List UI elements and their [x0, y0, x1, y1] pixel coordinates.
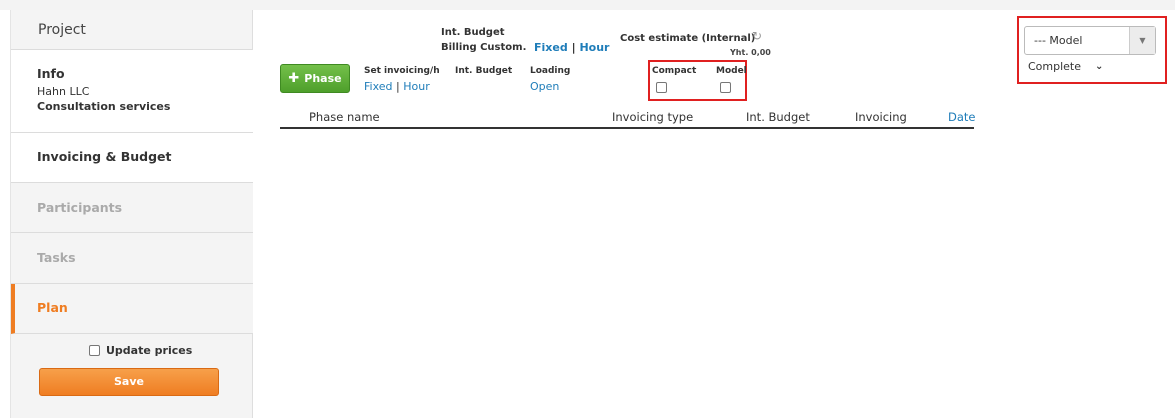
top-strip: [0, 0, 1175, 10]
compact-label: Compact: [652, 66, 697, 76]
chevron-down-icon: ⌄: [1095, 61, 1104, 72]
info-client: Hahn LLC: [37, 85, 90, 98]
loading-open-link[interactable]: Open: [530, 80, 559, 93]
sidebar-item-invoicing-budget[interactable]: Invoicing & Budget: [11, 133, 253, 183]
table-header-divider: [280, 127, 974, 129]
int-budget-label-2: Int. Budget: [455, 66, 513, 76]
cost-estimate-label: Cost estimate (Internal): [620, 33, 756, 44]
sidebar-item-plan[interactable]: Plan: [11, 284, 253, 334]
billing-custom-label: Billing Custom.: [441, 42, 527, 53]
model-select-value: --- Model: [1034, 34, 1083, 47]
complete-dropdown[interactable]: Complete ⌄: [1028, 60, 1103, 73]
sidebar-item-participants: Participants: [11, 183, 253, 233]
col-invoicing-type: Invoicing type: [612, 110, 694, 124]
add-phase-button[interactable]: ✚ Phase: [280, 64, 350, 93]
billing-links: Fixed | Hour: [534, 41, 609, 54]
model-checkbox[interactable]: [720, 82, 731, 93]
col-int-budget: Int. Budget: [746, 110, 810, 124]
col-date[interactable]: Date: [948, 110, 976, 124]
model-select[interactable]: --- Model ▼: [1024, 26, 1156, 55]
sidebar: Project Info Hahn LLC Consultation servi…: [10, 10, 253, 418]
model-label: Model: [716, 66, 747, 76]
refresh-icon[interactable]: ↻: [752, 29, 762, 43]
update-prices-checkbox[interactable]: [89, 345, 100, 356]
set-fixed-link[interactable]: Fixed: [364, 80, 393, 93]
add-phase-label: Phase: [304, 72, 342, 85]
sidebar-header: Project: [11, 10, 252, 50]
complete-label: Complete: [1028, 60, 1082, 73]
sidebar-item-label: Tasks: [37, 250, 76, 265]
yht-total: Yht. 0,00: [730, 48, 771, 57]
billing-hour-link[interactable]: Hour: [579, 41, 609, 54]
col-invoicing: Invoicing: [855, 110, 907, 124]
compact-checkbox[interactable]: [656, 82, 667, 93]
separator: |: [396, 80, 400, 93]
col-phase-name: Phase name: [309, 110, 380, 124]
set-invoicing-label: Set invoicing/h: [364, 66, 440, 76]
sidebar-item-label: Invoicing & Budget: [37, 149, 172, 164]
set-hour-link[interactable]: Hour: [403, 80, 430, 93]
separator: |: [571, 41, 576, 54]
int-budget-label: Int. Budget: [441, 27, 505, 38]
sidebar-item-label: Plan: [37, 300, 68, 315]
update-prices-label: Update prices: [106, 344, 193, 357]
triangle-down-icon: ▼: [1129, 27, 1155, 54]
sidebar-item-info[interactable]: Info Hahn LLC Consultation services: [11, 50, 253, 133]
info-title: Info: [37, 66, 65, 81]
save-button[interactable]: Save: [39, 368, 219, 396]
set-invoicing-links: Fixed | Hour: [364, 80, 430, 93]
update-prices[interactable]: Update prices: [89, 344, 192, 357]
info-service: Consultation services: [37, 100, 171, 113]
loading-label: Loading: [530, 66, 571, 76]
sidebar-item-label: Participants: [37, 200, 123, 215]
plus-icon: ✚: [288, 71, 300, 86]
billing-fixed-link[interactable]: Fixed: [534, 41, 568, 54]
sidebar-item-tasks: Tasks: [11, 233, 253, 284]
